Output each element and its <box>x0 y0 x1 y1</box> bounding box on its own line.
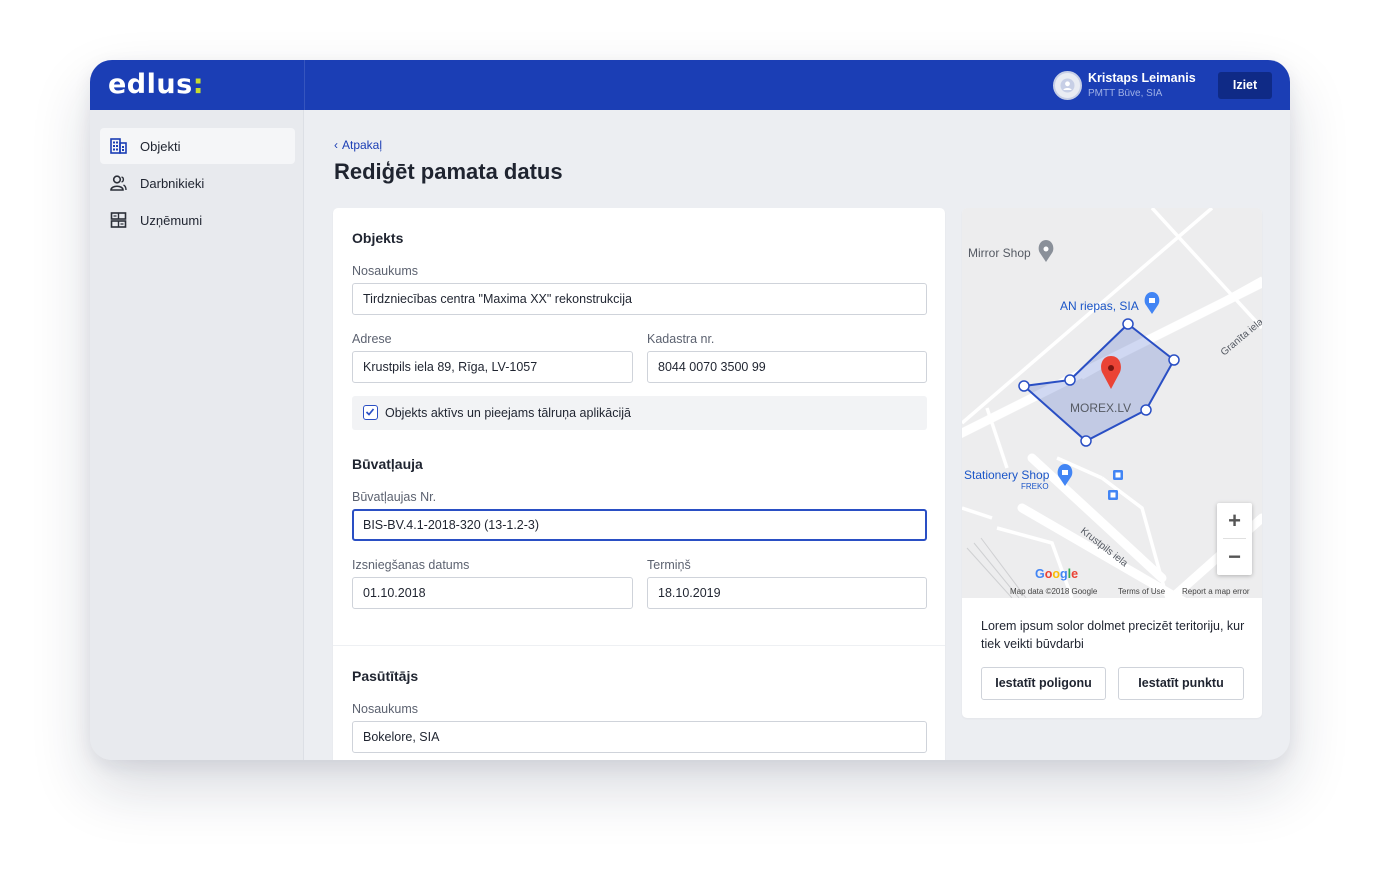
zoom-out-button[interactable]: − <box>1217 539 1252 574</box>
map-description: Lorem ipsum solor dolmet precizēt terito… <box>981 619 1245 651</box>
permit-no-label: Būvatļaujas Nr. <box>352 490 437 504</box>
address-input[interactable]: Krustpils iela 89, Rīga, LV-1057 <box>352 351 633 383</box>
issue-date-input[interactable]: 01.10.2018 <box>352 577 633 609</box>
active-checkbox[interactable] <box>363 405 378 420</box>
form-card: Objekts Nosaukums Tirdzniecības centra "… <box>333 208 945 760</box>
map-label-an-riepas: AN riepas, SIA <box>1060 299 1139 313</box>
map-view[interactable]: Mirror Shop AN riepas, SIA MOREX.LV Stat… <box>962 208 1262 623</box>
topbar-divider <box>304 60 305 110</box>
google-logo: Google <box>1035 567 1079 581</box>
user-name: Kristaps Leimanis <box>1088 71 1196 85</box>
name-label: Nosaukums <box>352 264 418 278</box>
zoom-in-button[interactable]: + <box>1217 503 1252 538</box>
issue-date-label: Izsniegšanas datums <box>352 558 470 572</box>
deadline-input[interactable]: 18.10.2019 <box>647 577 927 609</box>
active-checkbox-label: Objekts aktīvs un pieejams tālruņa aplik… <box>385 406 631 420</box>
map-report-link[interactable]: Report a map error <box>1182 587 1250 596</box>
sidebar-item-label: Uzņēmumi <box>140 213 203 228</box>
sidebar-item-objects[interactable]: Objekti <box>100 128 295 164</box>
set-point-button[interactable]: Iestatīt punktu <box>1118 667 1244 700</box>
section-title-client: Pasūtītājs <box>352 668 419 684</box>
section-title-object: Objekts <box>352 230 404 246</box>
map-label-mirror-shop: Mirror Shop <box>968 246 1031 260</box>
map-data-credit: Map data ©2018 Google <box>1010 587 1098 596</box>
checkmark-icon <box>365 408 375 416</box>
top-bar: edlus: Kristaps Leimanis PMTT Būve, SIA … <box>90 60 1290 110</box>
permit-no-input[interactable]: BIS-BV.4.1-2018-320 (13-1.2-3) <box>352 509 927 541</box>
map-terms-link[interactable]: Terms of Use <box>1118 587 1165 596</box>
building-icon <box>110 138 127 154</box>
user-avatar-icon[interactable] <box>1053 71 1082 100</box>
map-label-stationery-shop: Stationery Shop <box>964 468 1050 482</box>
section-divider <box>333 645 945 646</box>
app-window: edlus: Kristaps Leimanis PMTT Būve, SIA … <box>90 60 1290 760</box>
client-name-label: Nosaukums <box>352 702 418 716</box>
cadastre-input[interactable]: 8044 0070 3500 99 <box>647 351 927 383</box>
back-link[interactable]: ‹ Atpakaļ <box>334 138 382 152</box>
deadline-label: Termiņš <box>647 558 691 572</box>
map-card: Mirror Shop AN riepas, SIA MOREX.LV Stat… <box>962 208 1262 718</box>
address-label: Adrese <box>352 332 392 346</box>
sidebar-item-companies[interactable]: Uzņēmumi <box>100 202 295 238</box>
section-title-permit: Būvatļauja <box>352 456 423 472</box>
sidebar-item-label: Objekti <box>140 139 181 154</box>
name-input[interactable]: Tirdzniecības centra "Maxima XX" rekonst… <box>352 283 927 315</box>
sidebar-item-workers[interactable]: Darbnikieki <box>100 165 295 201</box>
user-company: PMTT Būve, SIA <box>1088 88 1163 99</box>
page-title: Rediģēt pamata datus <box>334 159 563 184</box>
users-icon <box>110 175 127 191</box>
map-label-freko: FREKO <box>1021 482 1049 491</box>
map-label-morex: MOREX.LV <box>1070 401 1131 415</box>
set-polygon-button[interactable]: Iestatīt poligonu <box>981 667 1106 700</box>
logout-button[interactable]: Iziet <box>1218 72 1272 99</box>
client-name-input[interactable]: Bokelore, SIA <box>352 721 927 753</box>
companies-icon <box>110 212 127 228</box>
sidebar: Objekti Darbnikieki Uzņēmumi <box>90 110 304 760</box>
sidebar-item-label: Darbnikieki <box>140 176 205 191</box>
active-checkbox-row[interactable]: Objekts aktīvs un pieejams tālruņa aplik… <box>352 396 927 430</box>
chevron-left-icon: ‹ <box>334 138 338 152</box>
cadastre-label: Kadastra nr. <box>647 332 715 346</box>
zoom-control: + − <box>1217 503 1252 575</box>
app-logo[interactable]: edlus: <box>108 69 204 100</box>
